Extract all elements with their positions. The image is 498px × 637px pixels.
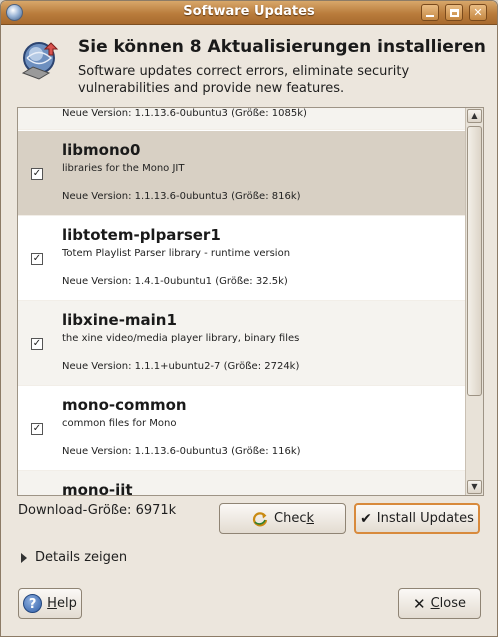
details-expander[interactable]: Details zeigen [21,550,127,565]
install-updates-label: Install Updates [376,511,474,526]
list-item[interactable]: libtotem-plparser1 ✓ Totem Playlist Pars… [18,216,465,301]
update-list[interactable]: Neue Version: 1.1.13.6-0ubuntu3 (Größe: … [17,107,484,496]
close-label-mnemonic: C [430,596,440,611]
expander-arrow-icon [21,552,27,563]
apply-check-icon: ✔ [360,510,372,527]
package-name: mono-common [62,396,187,414]
help-label: Help [47,596,77,611]
details-label: Details zeigen [35,550,128,565]
scroll-up-arrow-icon[interactable]: ▲ [467,109,482,123]
help-label-mnemonic: H [47,596,57,611]
check-label-mnemonic: k [306,511,314,526]
updates-description: Software updates correct errors, elimina… [78,64,410,96]
help-icon: ? [23,594,43,613]
package-description: libraries for the Mono JIT [62,163,185,174]
check-button[interactable]: Check [219,503,346,534]
package-name: libmono0 [62,141,141,159]
software-updates-window: Software Updates ✕ Sie können 8 Aktualis… [0,0,498,637]
update-checkbox[interactable]: ✓ [31,253,43,265]
maximize-button[interactable] [445,4,463,21]
package-description: the xine video/media player library, bin… [62,333,300,344]
title-bar[interactable]: Software Updates ✕ [1,1,497,25]
close-label-text: lose [439,596,466,611]
close-icon: ✕ [413,594,426,613]
list-item[interactable]: Neue Version: 1.1.13.6-0ubuntu3 (Größe: … [18,108,465,130]
update-version: Neue Version: 1.1.1+ubuntu2-7 (Größe: 27… [62,361,300,372]
download-size-label: Download-Größe: 6971k [18,503,177,518]
vertical-scrollbar[interactable]: ▲ ▼ [465,108,483,495]
scroll-down-arrow-icon[interactable]: ▼ [467,480,482,494]
update-version: Neue Version: 1.1.13.6-0ubuntu3 (Größe: … [62,191,301,202]
close-x-icon: ✕ [473,6,483,19]
update-version: Neue Version: 1.1.13.6-0ubuntu3 (Größe: … [62,108,307,119]
list-item[interactable]: mono-jit [18,471,465,495]
list-item[interactable]: libmono0 ✓ libraries for the Mono JIT Ne… [18,131,465,216]
close-label: Close [431,596,466,611]
scrollbar-thumb[interactable] [467,126,482,396]
package-name: libxine-main1 [62,311,177,329]
package-description: Totem Playlist Parser library - runtime … [62,248,291,259]
software-update-icon [21,42,59,80]
update-list-viewport: Neue Version: 1.1.13.6-0ubuntu3 (Größe: … [18,108,465,495]
update-version: Neue Version: 1.1.13.6-0ubuntu3 (Größe: … [62,446,301,457]
close-window-button[interactable]: ✕ [469,4,487,21]
update-checkbox[interactable]: ✓ [31,338,43,350]
minimize-button[interactable] [421,4,439,21]
list-item[interactable]: libxine-main1 ✓ the xine video/media pla… [18,301,465,386]
check-label: Check [274,511,314,526]
close-button[interactable]: ✕ Close [398,588,481,619]
update-checkbox[interactable]: ✓ [31,168,43,180]
check-label-text: Chec [274,511,307,526]
help-label-text: elp [56,596,77,611]
updates-heading: Sie können 8 Aktualisierungen installier… [78,37,486,57]
list-item[interactable]: mono-common ✓ common files for Mono Neue… [18,386,465,471]
package-name: libtotem-plparser1 [62,226,221,244]
minimize-icon [426,14,434,17]
package-description: common files for Mono [62,418,177,429]
install-updates-button[interactable]: ✔ Install Updates [354,503,480,534]
update-checkbox[interactable]: ✓ [31,423,43,435]
package-name: mono-jit [62,481,133,495]
help-button[interactable]: ? Help [18,588,82,619]
maximize-icon [449,8,459,17]
refresh-icon [252,511,268,526]
update-version: Neue Version: 1.4.1-0ubuntu1 (Größe: 32.… [62,276,288,287]
